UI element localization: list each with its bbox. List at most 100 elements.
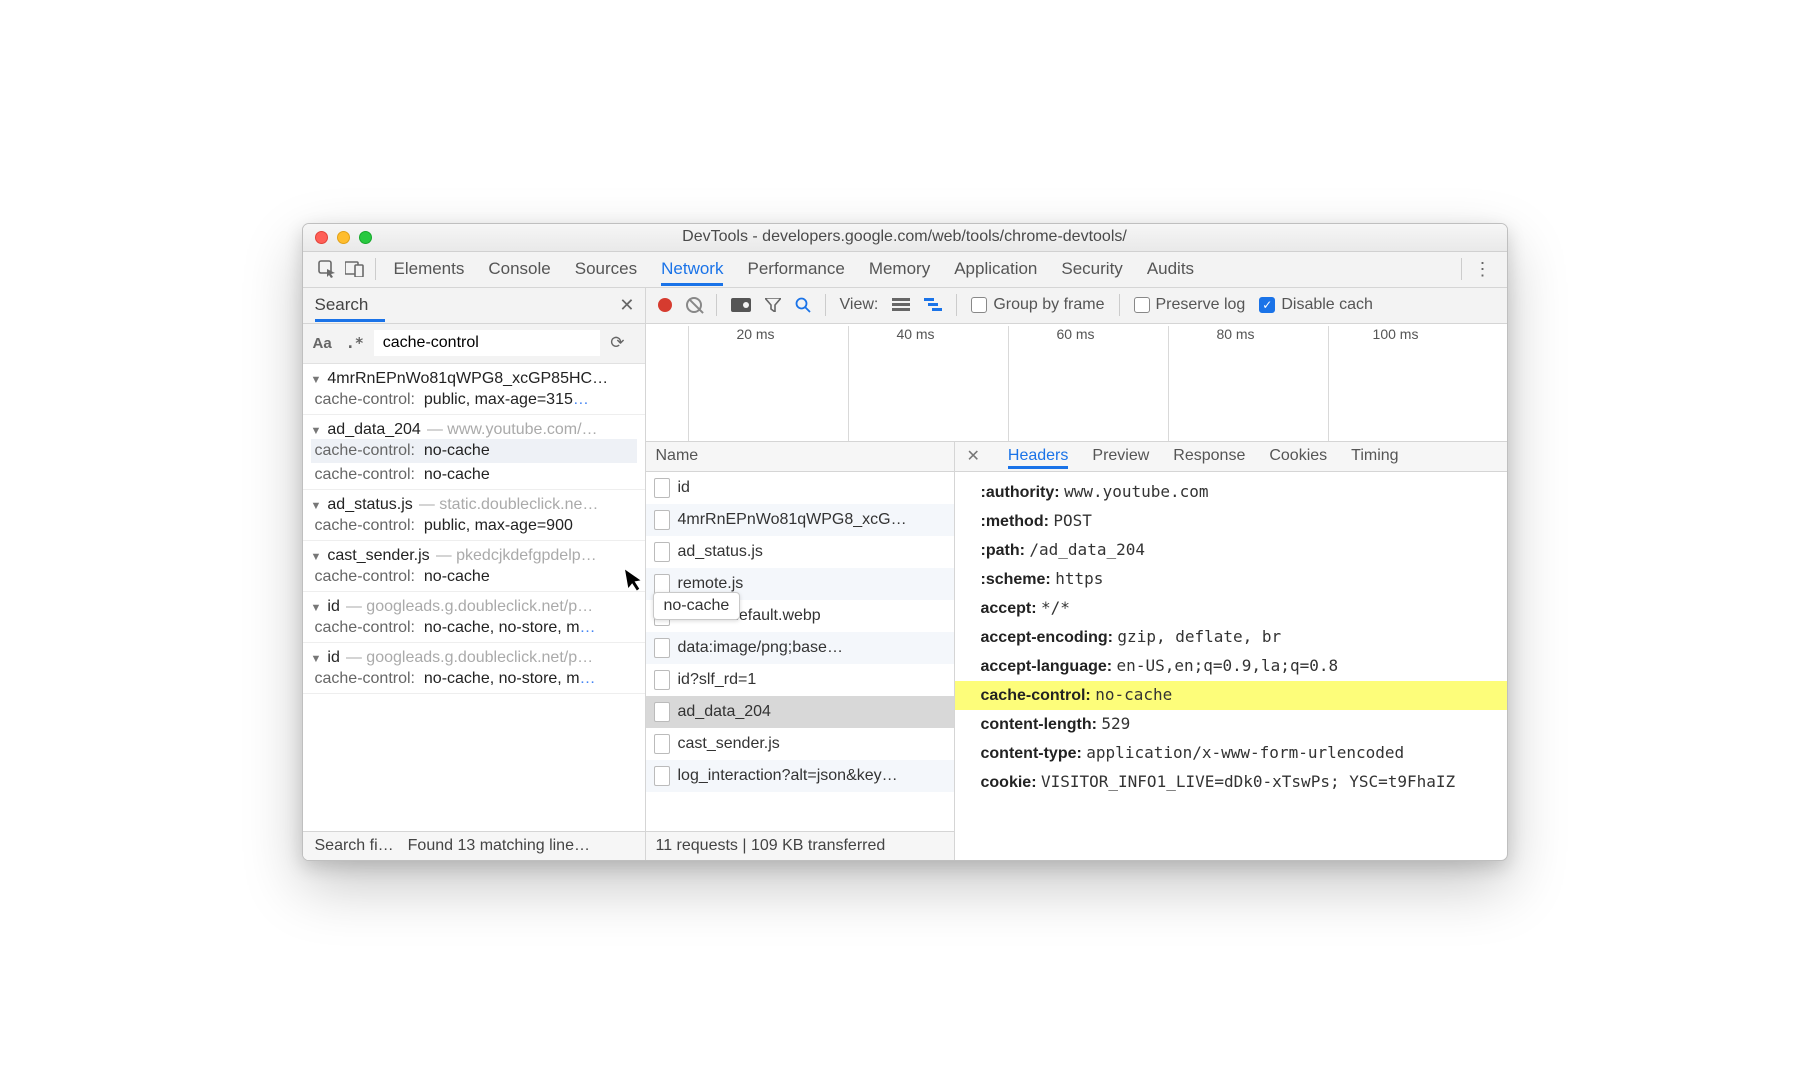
result-file-name: id xyxy=(327,649,339,667)
result-file-header[interactable]: ▼id — googleads.g.doubleclick.net/p… xyxy=(311,598,637,616)
request-row[interactable]: 4mrRnEPnWo81qWPG8_xcG… xyxy=(646,504,954,536)
result-file-header[interactable]: ▼cast_sender.js — pkedcjkdefgpdelp… xyxy=(311,547,637,565)
headers-view: :authority: www.youtube.com:method: POST… xyxy=(955,472,1507,860)
header-key: accept: xyxy=(981,600,1037,617)
more-options-icon[interactable]: ⋮ xyxy=(1474,259,1493,280)
close-details-icon[interactable]: ✕ xyxy=(967,446,980,466)
result-origin: — pkedcjkdefgpdelp… xyxy=(436,547,597,565)
request-row[interactable]: log_interaction?alt=json&key… xyxy=(646,760,954,792)
large-rows-icon[interactable] xyxy=(892,298,910,312)
header-value: no-cache xyxy=(1095,685,1172,704)
caret-down-icon: ▼ xyxy=(311,653,322,665)
header-row: :method: POST xyxy=(981,507,1507,536)
tab-performance[interactable]: Performance xyxy=(747,252,844,286)
titlebar: DevTools - developers.google.com/web/too… xyxy=(303,224,1507,252)
search-result-group: ▼id — googleads.g.doubleclick.net/p…cach… xyxy=(303,592,645,643)
name-column-header[interactable]: Name xyxy=(646,442,954,472)
waterfall-icon[interactable] xyxy=(924,298,942,312)
search-icon[interactable] xyxy=(795,297,811,313)
clear-icon[interactable] xyxy=(686,297,702,313)
request-list: id4mrRnEPnWo81qWPG8_xcG…ad_status.jsremo… xyxy=(646,472,954,831)
record-icon[interactable] xyxy=(658,298,672,312)
request-row[interactable]: data:image/png;base… xyxy=(646,632,954,664)
maximize-icon[interactable] xyxy=(359,231,372,244)
inspect-element-icon[interactable] xyxy=(313,260,341,278)
header-row: :authority: www.youtube.com xyxy=(981,478,1507,507)
capture-screenshots-icon[interactable] xyxy=(731,298,751,312)
search-result-group: ▼cast_sender.js — pkedcjkdefgpdelp…cache… xyxy=(303,541,645,592)
result-file-header[interactable]: ▼ad_data_204 — www.youtube.com/… xyxy=(311,421,637,439)
detail-tab-headers[interactable]: Headers xyxy=(1008,443,1068,469)
request-name: cast_sender.js xyxy=(678,735,780,753)
result-line[interactable]: cache-control: public, max-age=315… xyxy=(311,388,637,412)
result-file-header[interactable]: ▼ad_status.js — static.doubleclick.ne… xyxy=(311,496,637,514)
tab-elements[interactable]: Elements xyxy=(394,252,465,286)
header-row: accept-language: en-US,en;q=0.9,la;q=0.8 xyxy=(981,652,1507,681)
timeline-tick-label: 40 ms xyxy=(896,326,934,342)
detail-tab-timing[interactable]: Timing xyxy=(1351,443,1398,469)
header-key: :path: xyxy=(981,542,1025,559)
result-line[interactable]: cache-control: no-cache, no-store, m… xyxy=(311,667,637,691)
result-line[interactable]: cache-control: public, max-age=900 xyxy=(311,514,637,538)
tab-memory[interactable]: Memory xyxy=(869,252,930,286)
preserve-log-checkbox[interactable]: Preserve log xyxy=(1134,296,1246,314)
search-panel-title: Search xyxy=(315,289,385,322)
file-icon xyxy=(654,734,670,754)
search-bar: Aa .* ⟳ xyxy=(303,324,645,364)
request-row[interactable]: ad_status.js xyxy=(646,536,954,568)
detail-tab-cookies[interactable]: Cookies xyxy=(1269,443,1327,469)
header-key: :authority: xyxy=(981,484,1060,501)
header-value: application/x-www-form-urlencoded xyxy=(1086,743,1404,762)
close-icon[interactable]: ✕ xyxy=(619,295,634,316)
search-result-group: ▼id — googleads.g.doubleclick.net/p…cach… xyxy=(303,643,645,694)
search-result-group: ▼ad_status.js — static.doubleclick.ne…ca… xyxy=(303,490,645,541)
header-value: */* xyxy=(1041,598,1070,617)
detail-tab-preview[interactable]: Preview xyxy=(1092,443,1149,469)
request-row[interactable]: ad_data_204 xyxy=(646,696,954,728)
request-row[interactable]: cast_sender.js xyxy=(646,728,954,760)
header-value: /ad_data_204 xyxy=(1029,540,1145,559)
result-file-name: ad_data_204 xyxy=(327,421,420,439)
detail-tab-response[interactable]: Response xyxy=(1173,443,1245,469)
caret-down-icon: ▼ xyxy=(311,551,322,563)
minimize-icon[interactable] xyxy=(337,231,350,244)
header-key: :scheme: xyxy=(981,571,1051,588)
search-panel-header: Search ✕ xyxy=(303,288,645,324)
timeline-tick-label: 20 ms xyxy=(736,326,774,342)
devtools-window: DevTools - developers.google.com/web/too… xyxy=(302,223,1508,861)
timeline-overview[interactable]: 20 ms40 ms60 ms80 ms100 ms xyxy=(646,324,1507,442)
header-row: accept: */* xyxy=(981,594,1507,623)
header-value: gzip, deflate, br xyxy=(1117,627,1281,646)
regex-toggle[interactable]: .* xyxy=(346,334,364,352)
filter-icon[interactable] xyxy=(765,298,781,312)
result-line[interactable]: cache-control: no-cache xyxy=(311,439,637,463)
close-icon[interactable] xyxy=(315,231,328,244)
request-row[interactable]: id xyxy=(646,472,954,504)
group-by-frame-checkbox[interactable]: Group by frame xyxy=(971,296,1104,314)
tab-audits[interactable]: Audits xyxy=(1147,252,1194,286)
match-case-toggle[interactable]: Aa xyxy=(309,335,336,352)
request-name: remote.js xyxy=(678,575,744,593)
result-line[interactable]: cache-control: no-cache xyxy=(311,463,637,487)
search-result-group: ▼4mrRnEPnWo81qWPG8_xcGP85HC… cache-contr… xyxy=(303,364,645,415)
result-file-header[interactable]: ▼4mrRnEPnWo81qWPG8_xcGP85HC… xyxy=(311,370,637,388)
disable-cache-checkbox[interactable]: ✓Disable cach xyxy=(1259,296,1373,314)
refresh-icon[interactable]: ⟳ xyxy=(610,333,624,353)
result-file-header[interactable]: ▼id — googleads.g.doubleclick.net/p… xyxy=(311,649,637,667)
tab-application[interactable]: Application xyxy=(954,252,1037,286)
search-input[interactable] xyxy=(374,330,601,356)
file-icon xyxy=(654,766,670,786)
tab-security[interactable]: Security xyxy=(1061,252,1122,286)
result-line[interactable]: cache-control: no-cache xyxy=(311,565,637,589)
status-left: Search fi… xyxy=(315,837,394,855)
caret-down-icon: ▼ xyxy=(311,374,322,386)
search-panel: Search ✕ Aa .* ⟳ ▼4mrRnEPnWo81qWPG8_xcGP… xyxy=(303,288,646,860)
request-row[interactable]: id?slf_rd=1 xyxy=(646,664,954,696)
file-icon xyxy=(654,702,670,722)
tab-sources[interactable]: Sources xyxy=(575,252,637,286)
device-toolbar-icon[interactable] xyxy=(341,261,369,277)
tab-console[interactable]: Console xyxy=(488,252,550,286)
result-line[interactable]: cache-control: no-cache, no-store, m… xyxy=(311,616,637,640)
header-value: https xyxy=(1055,569,1103,588)
tab-network[interactable]: Network xyxy=(661,252,723,286)
